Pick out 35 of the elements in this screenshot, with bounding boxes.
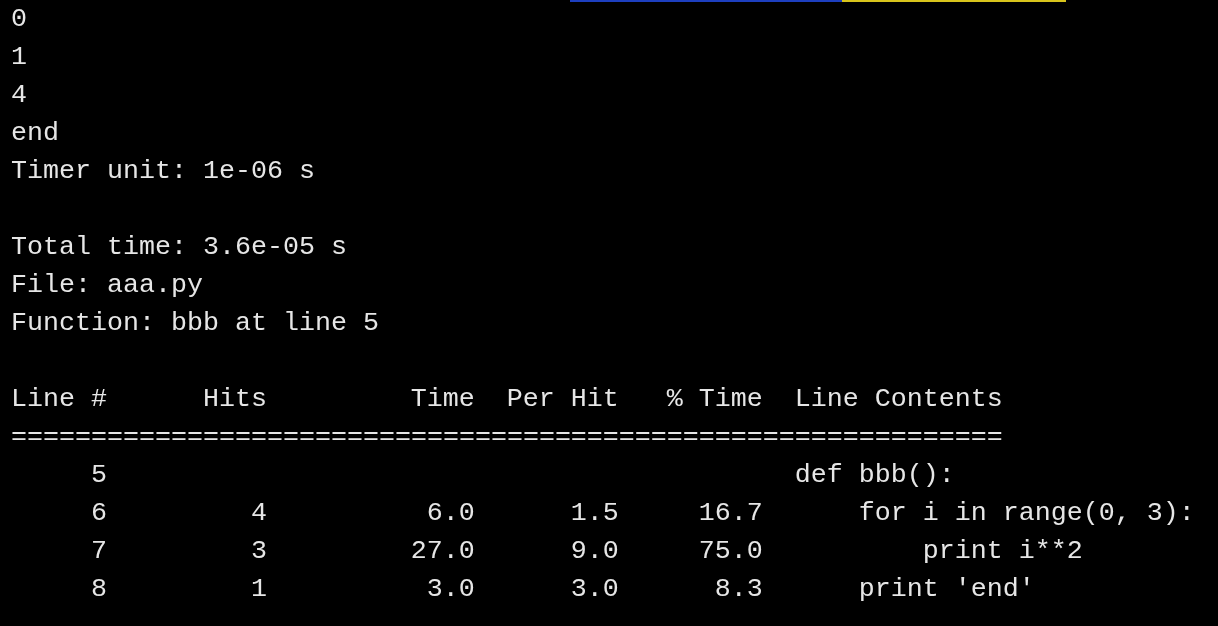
table-cell: 3.0	[570, 574, 619, 604]
output-line: end	[11, 118, 59, 148]
table-cell: 9.0	[570, 536, 619, 566]
output-line: File: aaa.py	[11, 270, 203, 300]
table-cell: 6	[90, 498, 107, 528]
table-cell: 27.0	[410, 536, 475, 566]
table-cell: 1.5	[570, 498, 619, 528]
column-header: Per Hit	[506, 384, 619, 414]
table-cell: 3.0	[426, 574, 475, 604]
output-line: Timer unit: 1e-06 s	[11, 156, 315, 186]
table-cell-text: for i in range(0, 3):	[857, 498, 1195, 528]
column-header: Line #	[11, 384, 107, 414]
table-cell: 3	[250, 536, 267, 566]
table-cell: 8	[90, 574, 107, 604]
output-line: 0	[11, 4, 27, 34]
column-header: % Time	[666, 384, 763, 414]
table-cell: 16.7	[698, 498, 763, 528]
table-cell: 75.0	[698, 536, 763, 566]
output-line: 4	[11, 80, 27, 110]
output-line: Function: bbb at line 5	[11, 308, 379, 338]
table-cell-text: print i**2	[921, 536, 1083, 566]
table-cell: 1	[250, 574, 267, 604]
table-cell: def bbb():	[794, 460, 955, 490]
table-cell: 8.3	[714, 574, 763, 604]
table-cell-text: print 'end'	[857, 574, 1035, 604]
output-line: Total time: 3.6e-05 s	[11, 232, 347, 262]
table-cell: 6.0	[426, 498, 475, 528]
separator-line: ==============================================================	[11, 422, 1003, 452]
table-cell: 4	[250, 498, 267, 528]
column-header: Line Contents	[794, 384, 1003, 414]
table-cell: 5	[90, 460, 107, 490]
output-line: 1	[11, 42, 27, 72]
column-header: Hits	[202, 384, 267, 414]
table-cell: 7	[90, 536, 107, 566]
column-header: Time	[410, 384, 475, 414]
